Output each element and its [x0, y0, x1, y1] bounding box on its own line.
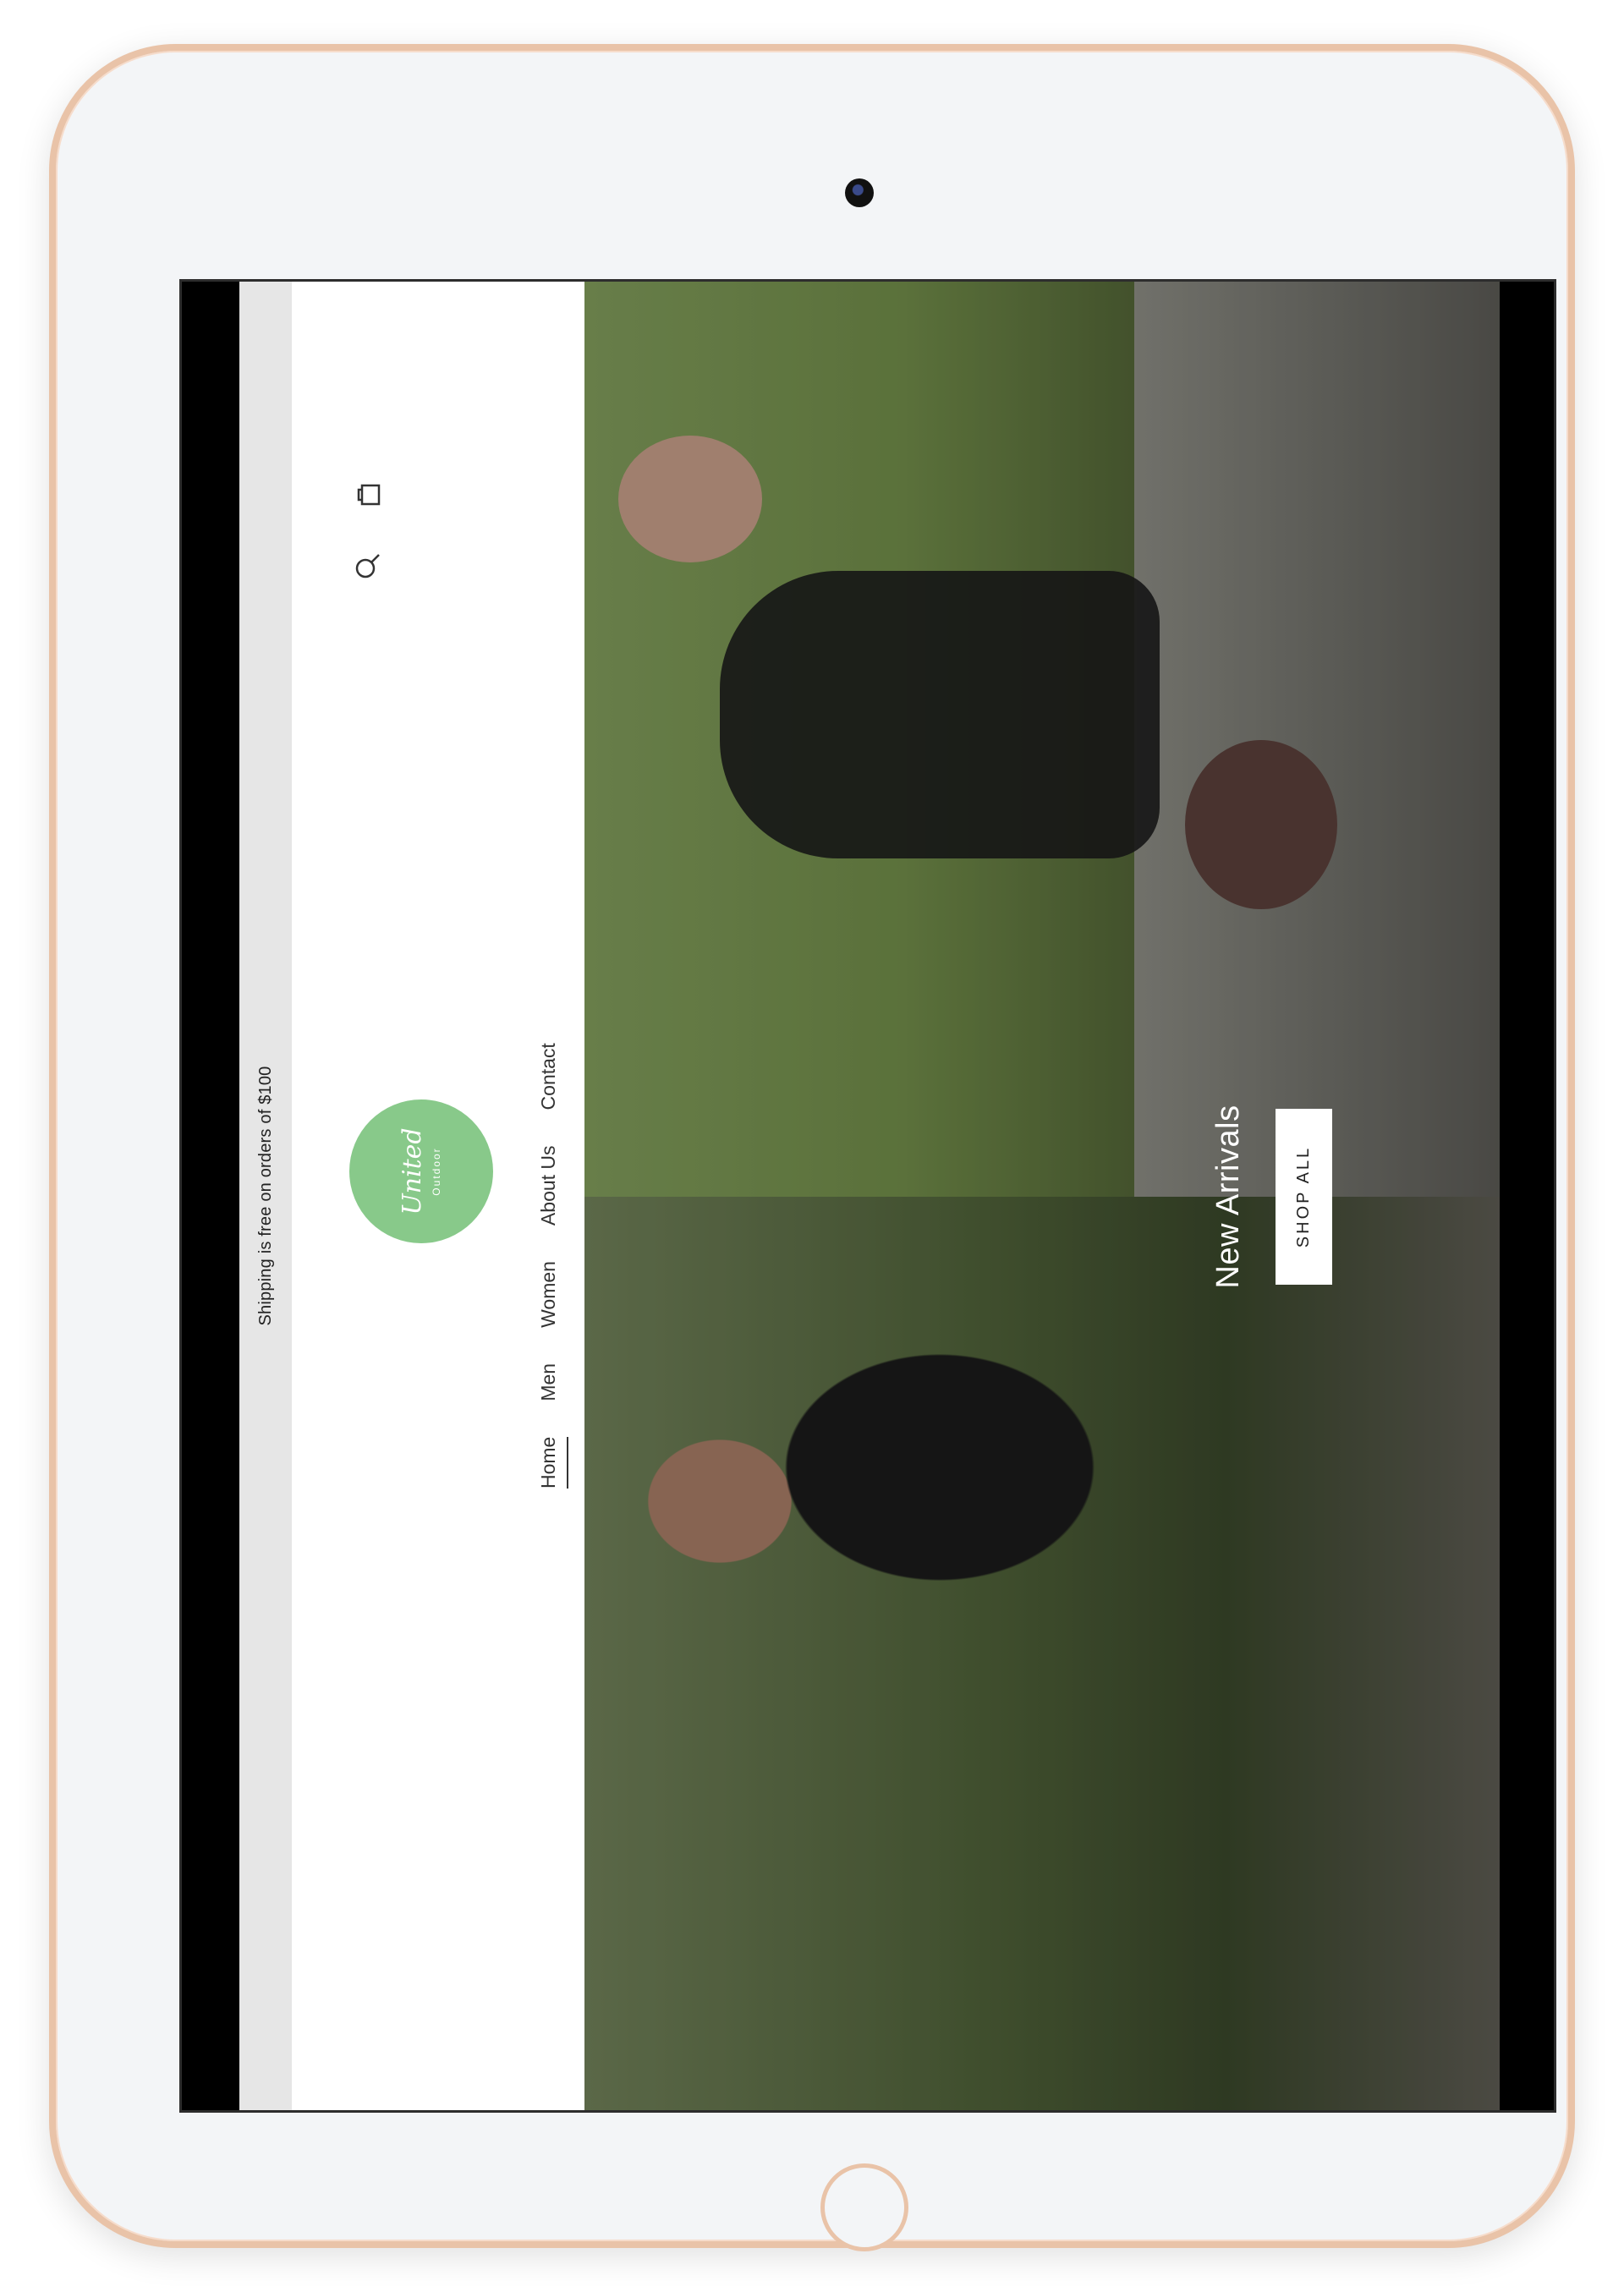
- nav-item-contact[interactable]: Contact: [537, 1043, 568, 1110]
- header-icons: [351, 478, 385, 583]
- nav-item-about-us[interactable]: About Us: [537, 1145, 568, 1226]
- main-nav: Home Men Women About Us Contact: [537, 1043, 568, 1489]
- announcement-text: Shipping is free on orders of $100: [255, 1066, 275, 1326]
- hero-overlay: [584, 282, 1500, 2110]
- hero-section: New Arrivals SHOP ALL: [584, 282, 1500, 2110]
- tablet-device: Shipping is free on orders of $100 Unite…: [49, 44, 1575, 2251]
- logo-sub-text: Outdoor: [431, 1147, 442, 1196]
- logo-script-text: United: [398, 1127, 427, 1215]
- announcement-bar: Shipping is free on orders of $100: [239, 282, 292, 2110]
- cart-icon[interactable]: [351, 478, 385, 512]
- home-button[interactable]: [820, 2163, 908, 2251]
- site-header: United Outdoor Home Men Women About Us C…: [292, 282, 584, 2110]
- shop-all-button[interactable]: SHOP ALL: [1276, 1108, 1332, 1286]
- brand-logo[interactable]: United Outdoor: [349, 1099, 493, 1243]
- tablet-screen: Shipping is free on orders of $100 Unite…: [179, 279, 1556, 2113]
- nav-item-women[interactable]: Women: [537, 1261, 568, 1328]
- website: Shipping is free on orders of $100 Unite…: [239, 282, 1500, 2110]
- nav-item-home[interactable]: Home: [537, 1436, 568, 1489]
- hero-cta: New Arrivals SHOP ALL: [1210, 1087, 1332, 1307]
- nav-item-men[interactable]: Men: [537, 1363, 568, 1401]
- front-camera: [845, 178, 874, 207]
- search-icon[interactable]: [351, 549, 385, 583]
- hero-title: New Arrivals: [1210, 1105, 1246, 1289]
